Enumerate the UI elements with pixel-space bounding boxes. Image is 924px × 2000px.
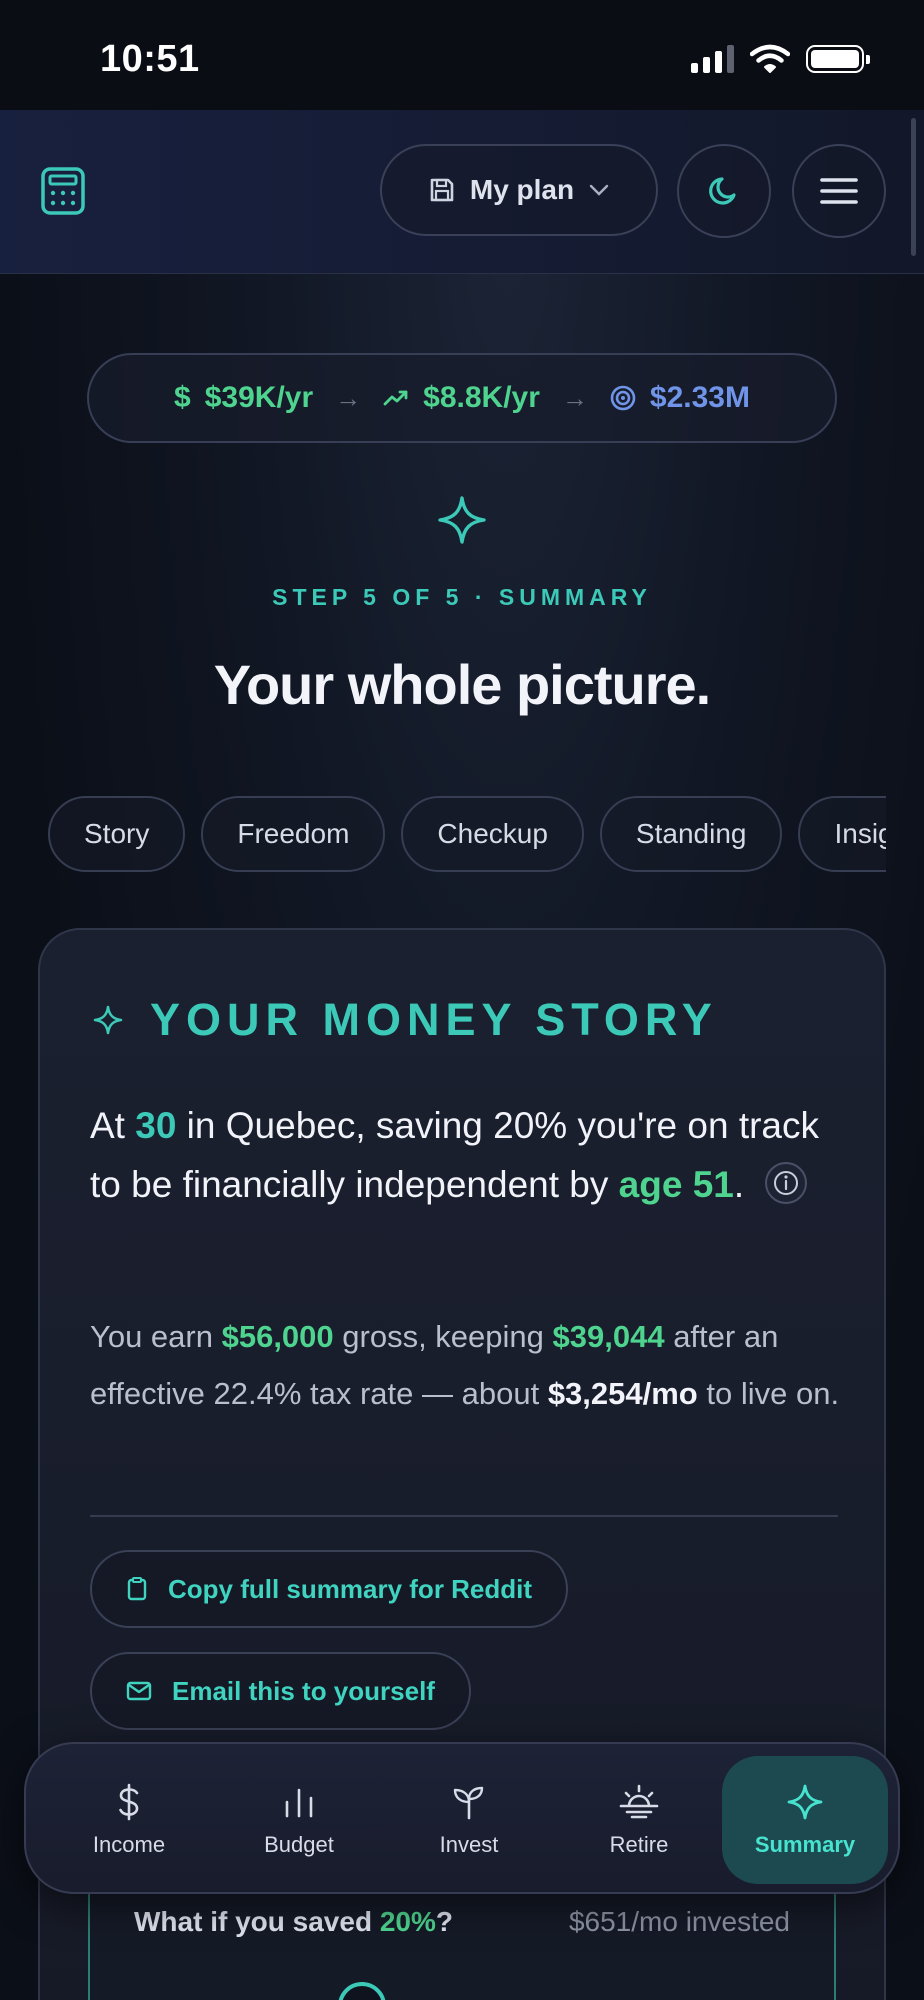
- wifi-icon: [750, 44, 790, 73]
- info-icon[interactable]: [764, 1161, 808, 1205]
- summary-tabs: Story Freedom Checkup Standing Insights: [48, 796, 886, 872]
- app-screen: 10:51 My plan $ $39K/yr → $8.8K/yr → $2.…: [0, 0, 924, 2000]
- chevron-down-icon: [589, 184, 609, 196]
- nav-income-label: Income: [92, 1832, 166, 1857]
- cellular-signal-icon: [691, 45, 734, 73]
- target-icon: [610, 385, 636, 411]
- email-summary-label: Email this to yourself: [172, 1675, 435, 1706]
- bottom-nav: Income Budget Invest Retire Summary: [24, 1742, 900, 1894]
- nav-summary-label: Summary: [754, 1832, 856, 1857]
- nav-invest[interactable]: Invest: [386, 1756, 552, 1884]
- tab-freedom[interactable]: Freedom: [201, 796, 386, 872]
- nav-budget[interactable]: Budget: [216, 1756, 382, 1884]
- tab-insights[interactable]: Insights: [798, 796, 886, 872]
- story-body: You earn $56,000 gross, keeping $39,044 …: [90, 1308, 850, 1422]
- what-if-invested-value: $651/mo invested: [568, 1906, 790, 1937]
- plan-selector-button[interactable]: My plan: [380, 144, 658, 236]
- dollar-icon: [119, 1783, 139, 1821]
- sunset-icon: [619, 1784, 659, 1819]
- nav-retire-label: Retire: [609, 1832, 669, 1857]
- tab-standing[interactable]: Standing: [599, 796, 783, 872]
- summary-pill: $ $39K/yr → $8.8K/yr → $2.33M: [87, 353, 837, 443]
- monthly-value: $3,254/mo: [547, 1376, 698, 1411]
- fi-age-value: age 51: [618, 1164, 734, 1205]
- tab-checkup[interactable]: Checkup: [401, 796, 584, 872]
- scrollbar[interactable]: [911, 118, 916, 256]
- lead-text: At: [90, 1105, 136, 1146]
- gross-income-value: $56,000: [221, 1319, 334, 1354]
- step-label: STEP 5 OF 5 · SUMMARY: [272, 584, 652, 610]
- bar-chart-icon: [285, 1788, 313, 1818]
- tab-story[interactable]: Story: [48, 796, 186, 872]
- body-text: gross, keeping: [333, 1319, 553, 1354]
- target-value: $2.33M: [649, 381, 750, 414]
- sprout-icon: [453, 1786, 484, 1820]
- plan-label: My plan: [469, 174, 575, 205]
- status-time: 10:51: [100, 38, 200, 80]
- arrow-right-icon: →: [561, 382, 588, 413]
- menu-button[interactable]: [792, 144, 886, 238]
- mail-icon: [126, 1681, 152, 1701]
- story-heading: YOUR MONEY STORY: [92, 994, 718, 1046]
- save-icon: [430, 178, 454, 202]
- dollar-icon: $: [174, 381, 191, 414]
- battery-icon: [806, 45, 870, 73]
- page-title: Your whole picture.: [213, 653, 711, 716]
- theme-toggle-button[interactable]: [677, 144, 771, 238]
- clipboard-icon: [127, 1577, 147, 1601]
- nav-income[interactable]: Income: [46, 1756, 212, 1884]
- target-summary: $2.33M: [610, 381, 750, 415]
- trending-up-icon: [383, 390, 408, 406]
- what-if-card: What if you saved 20%? $651/mo invested: [88, 1880, 836, 2000]
- age-value: 30: [135, 1105, 177, 1146]
- app-header: My plan: [0, 110, 924, 274]
- menu-icon: [820, 178, 858, 204]
- sparkle-icon: [438, 496, 486, 544]
- status-bar: 10:51: [0, 0, 924, 110]
- divider: [90, 1515, 838, 1517]
- calculator-icon[interactable]: [40, 166, 86, 216]
- arrow-right-icon: →: [335, 382, 362, 413]
- copy-summary-button[interactable]: Copy full summary for Reddit: [90, 1550, 569, 1628]
- nav-invest-label: Invest: [439, 1832, 499, 1857]
- copy-summary-label: Copy full summary for Reddit: [168, 1573, 533, 1604]
- status-icons: [691, 44, 870, 74]
- savings-value: $8.8K/yr: [423, 381, 540, 414]
- story-heading-text: YOUR MONEY STORY: [150, 994, 718, 1045]
- body-text: to live on.: [697, 1376, 840, 1411]
- income-summary: $ $39K/yr: [174, 381, 313, 415]
- net-income-value: $39,044: [552, 1319, 665, 1354]
- body-text: You earn: [90, 1319, 222, 1354]
- moon-icon: [709, 177, 736, 205]
- nav-budget-label: Budget: [264, 1832, 334, 1857]
- email-summary-button[interactable]: Email this to yourself: [90, 1652, 471, 1730]
- nav-retire[interactable]: Retire: [556, 1756, 722, 1884]
- savings-rate-value: 20%: [379, 1906, 436, 1937]
- what-if-question: What if you saved 20%?: [134, 1906, 453, 1938]
- savings-rate-slider-handle[interactable]: [338, 1982, 386, 2000]
- what-if-text: What if you saved: [134, 1906, 380, 1937]
- nav-summary[interactable]: Summary: [722, 1756, 888, 1884]
- sparkle-icon: [787, 1784, 823, 1820]
- story-lead: At 30 in Quebec, saving 20% you're on tr…: [90, 1096, 850, 1214]
- sparkle-icon: [93, 1005, 123, 1035]
- what-if-text: ?: [435, 1906, 453, 1937]
- savings-summary: $8.8K/yr: [383, 381, 540, 415]
- lead-text: .: [733, 1164, 745, 1205]
- income-value: $39K/yr: [204, 381, 314, 414]
